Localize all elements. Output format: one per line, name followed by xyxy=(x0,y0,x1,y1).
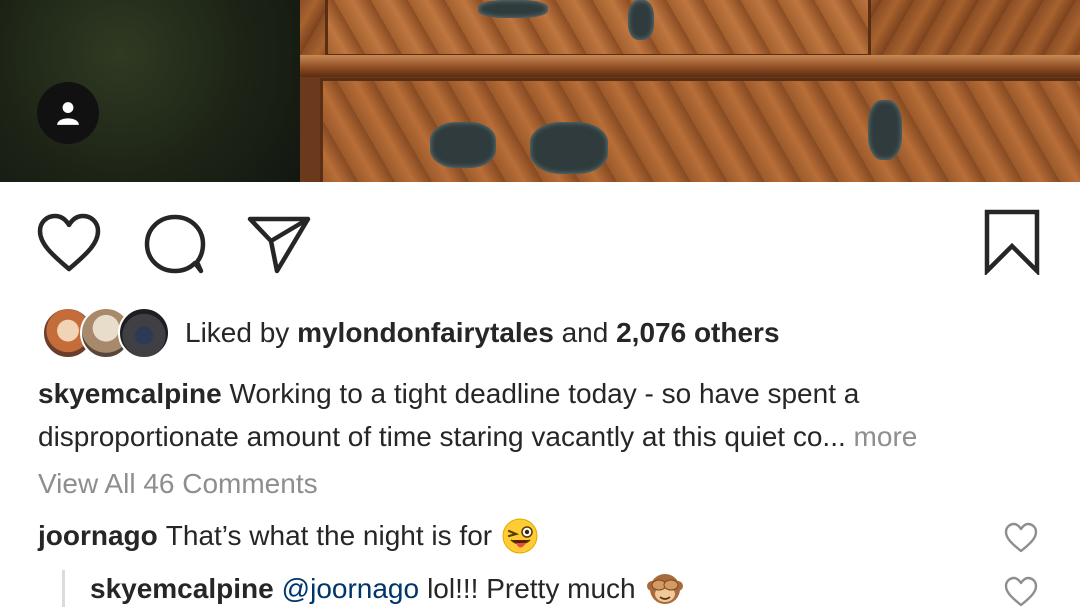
likes-prefix: Liked by xyxy=(185,317,290,348)
see-no-evil-monkey-icon xyxy=(646,574,683,604)
caption-more-link[interactable]: more xyxy=(854,421,918,452)
comment-text: That’s what the night is for xyxy=(165,520,493,551)
likes-and: and xyxy=(561,317,609,348)
comment-username-link[interactable]: skyemcalpine xyxy=(90,573,274,605)
liked-by-user-link[interactable]: mylondonfairytales xyxy=(297,317,554,348)
comment-icon[interactable] xyxy=(143,213,207,275)
reply-like-heart-icon[interactable] xyxy=(1004,576,1038,608)
post-image-rail xyxy=(300,55,1080,77)
paper-plane-icon[interactable] xyxy=(246,213,312,275)
post-image[interactable] xyxy=(0,0,1080,182)
heart-icon[interactable] xyxy=(36,213,102,273)
action-bar xyxy=(0,205,1080,277)
comment-like-heart-icon[interactable] xyxy=(1004,522,1038,554)
view-all-comments-link[interactable]: View All 46 Comments xyxy=(38,468,318,500)
likes-row[interactable]: Liked by mylondonfairytales and 2,076 ot… xyxy=(42,306,780,360)
likes-count-link[interactable]: 2,076 others xyxy=(616,317,779,348)
post-image-upper-drawer xyxy=(325,0,871,57)
likes-summary: Liked by mylondonfairytales and 2,076 ot… xyxy=(185,317,780,349)
post-image-handle-lower-right xyxy=(530,122,608,174)
tagged-users-button[interactable] xyxy=(37,82,99,144)
post-image-keyhole-top xyxy=(628,0,654,40)
caption: skyemcalpine Working to a tight deadline… xyxy=(38,372,1048,458)
comment-username-link[interactable]: joornago xyxy=(38,520,158,552)
post-image-keyhole-lower xyxy=(868,100,902,160)
post-image-handle-top-left xyxy=(478,0,548,18)
user-icon xyxy=(57,102,79,125)
mention-link[interactable]: @joornago xyxy=(282,573,419,605)
comment-text: lol!!! Pretty much xyxy=(427,573,636,604)
reply-thread-line xyxy=(62,570,65,607)
comment-item: joornago That’s what the night is for xyxy=(38,513,538,559)
post-image-handle-lower-left xyxy=(430,122,496,168)
avatar xyxy=(118,307,170,359)
caption-username-link[interactable]: skyemcalpine xyxy=(38,378,222,409)
comment-reply-item: skyemcalpine @joornago lol!!! Pretty muc… xyxy=(90,567,684,611)
liker-avatars xyxy=(42,307,170,359)
bookmark-icon[interactable] xyxy=(983,209,1041,275)
winking-tongue-face-icon xyxy=(502,518,538,554)
